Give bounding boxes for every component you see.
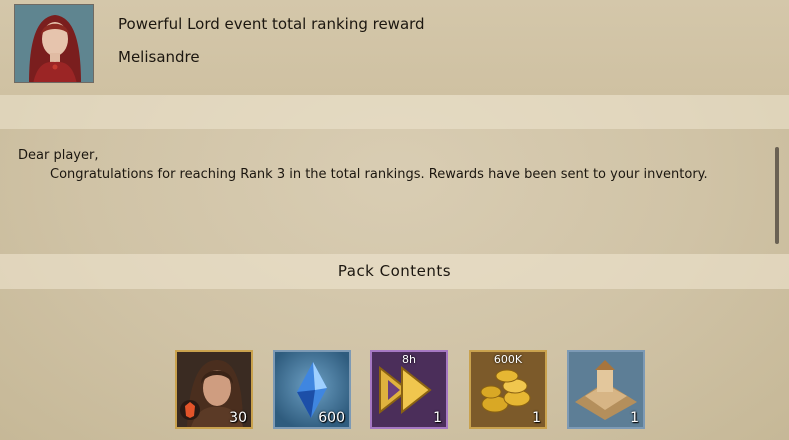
item-quantity: 1 xyxy=(630,410,639,426)
mail-greeting: Dear player, xyxy=(18,148,99,163)
mail-title: Powerful Lord event total ranking reward xyxy=(118,15,425,33)
header-divider-band xyxy=(0,95,789,129)
reward-item-gold[interactable]: 600K 1 xyxy=(469,350,547,429)
item-quantity: 600 xyxy=(318,410,345,426)
reward-item-hero[interactable]: 30 xyxy=(175,350,253,429)
sender-name: Melisandre xyxy=(118,48,200,66)
item-quantity: 30 xyxy=(229,410,247,426)
mail-body: Dear player, Congratulations for reachin… xyxy=(0,129,789,254)
mail-header: Powerful Lord event total ranking reward… xyxy=(0,0,789,95)
reward-item-speedup[interactable]: 8h 1 xyxy=(370,350,448,429)
item-quantity: 1 xyxy=(433,410,442,426)
pack-contents-header: Pack Contents xyxy=(0,254,789,289)
item-amount-badge: 600K xyxy=(493,353,523,366)
mail-message: Congratulations for reaching Rank 3 in t… xyxy=(50,167,708,182)
body-scrollbar[interactable] xyxy=(775,147,779,244)
reward-item-building[interactable]: 1 xyxy=(567,350,645,429)
reward-item-crystal[interactable]: 600 xyxy=(273,350,351,429)
sender-avatar xyxy=(14,4,94,83)
item-duration-badge: 8h xyxy=(402,353,416,366)
item-quantity: 1 xyxy=(532,410,541,426)
